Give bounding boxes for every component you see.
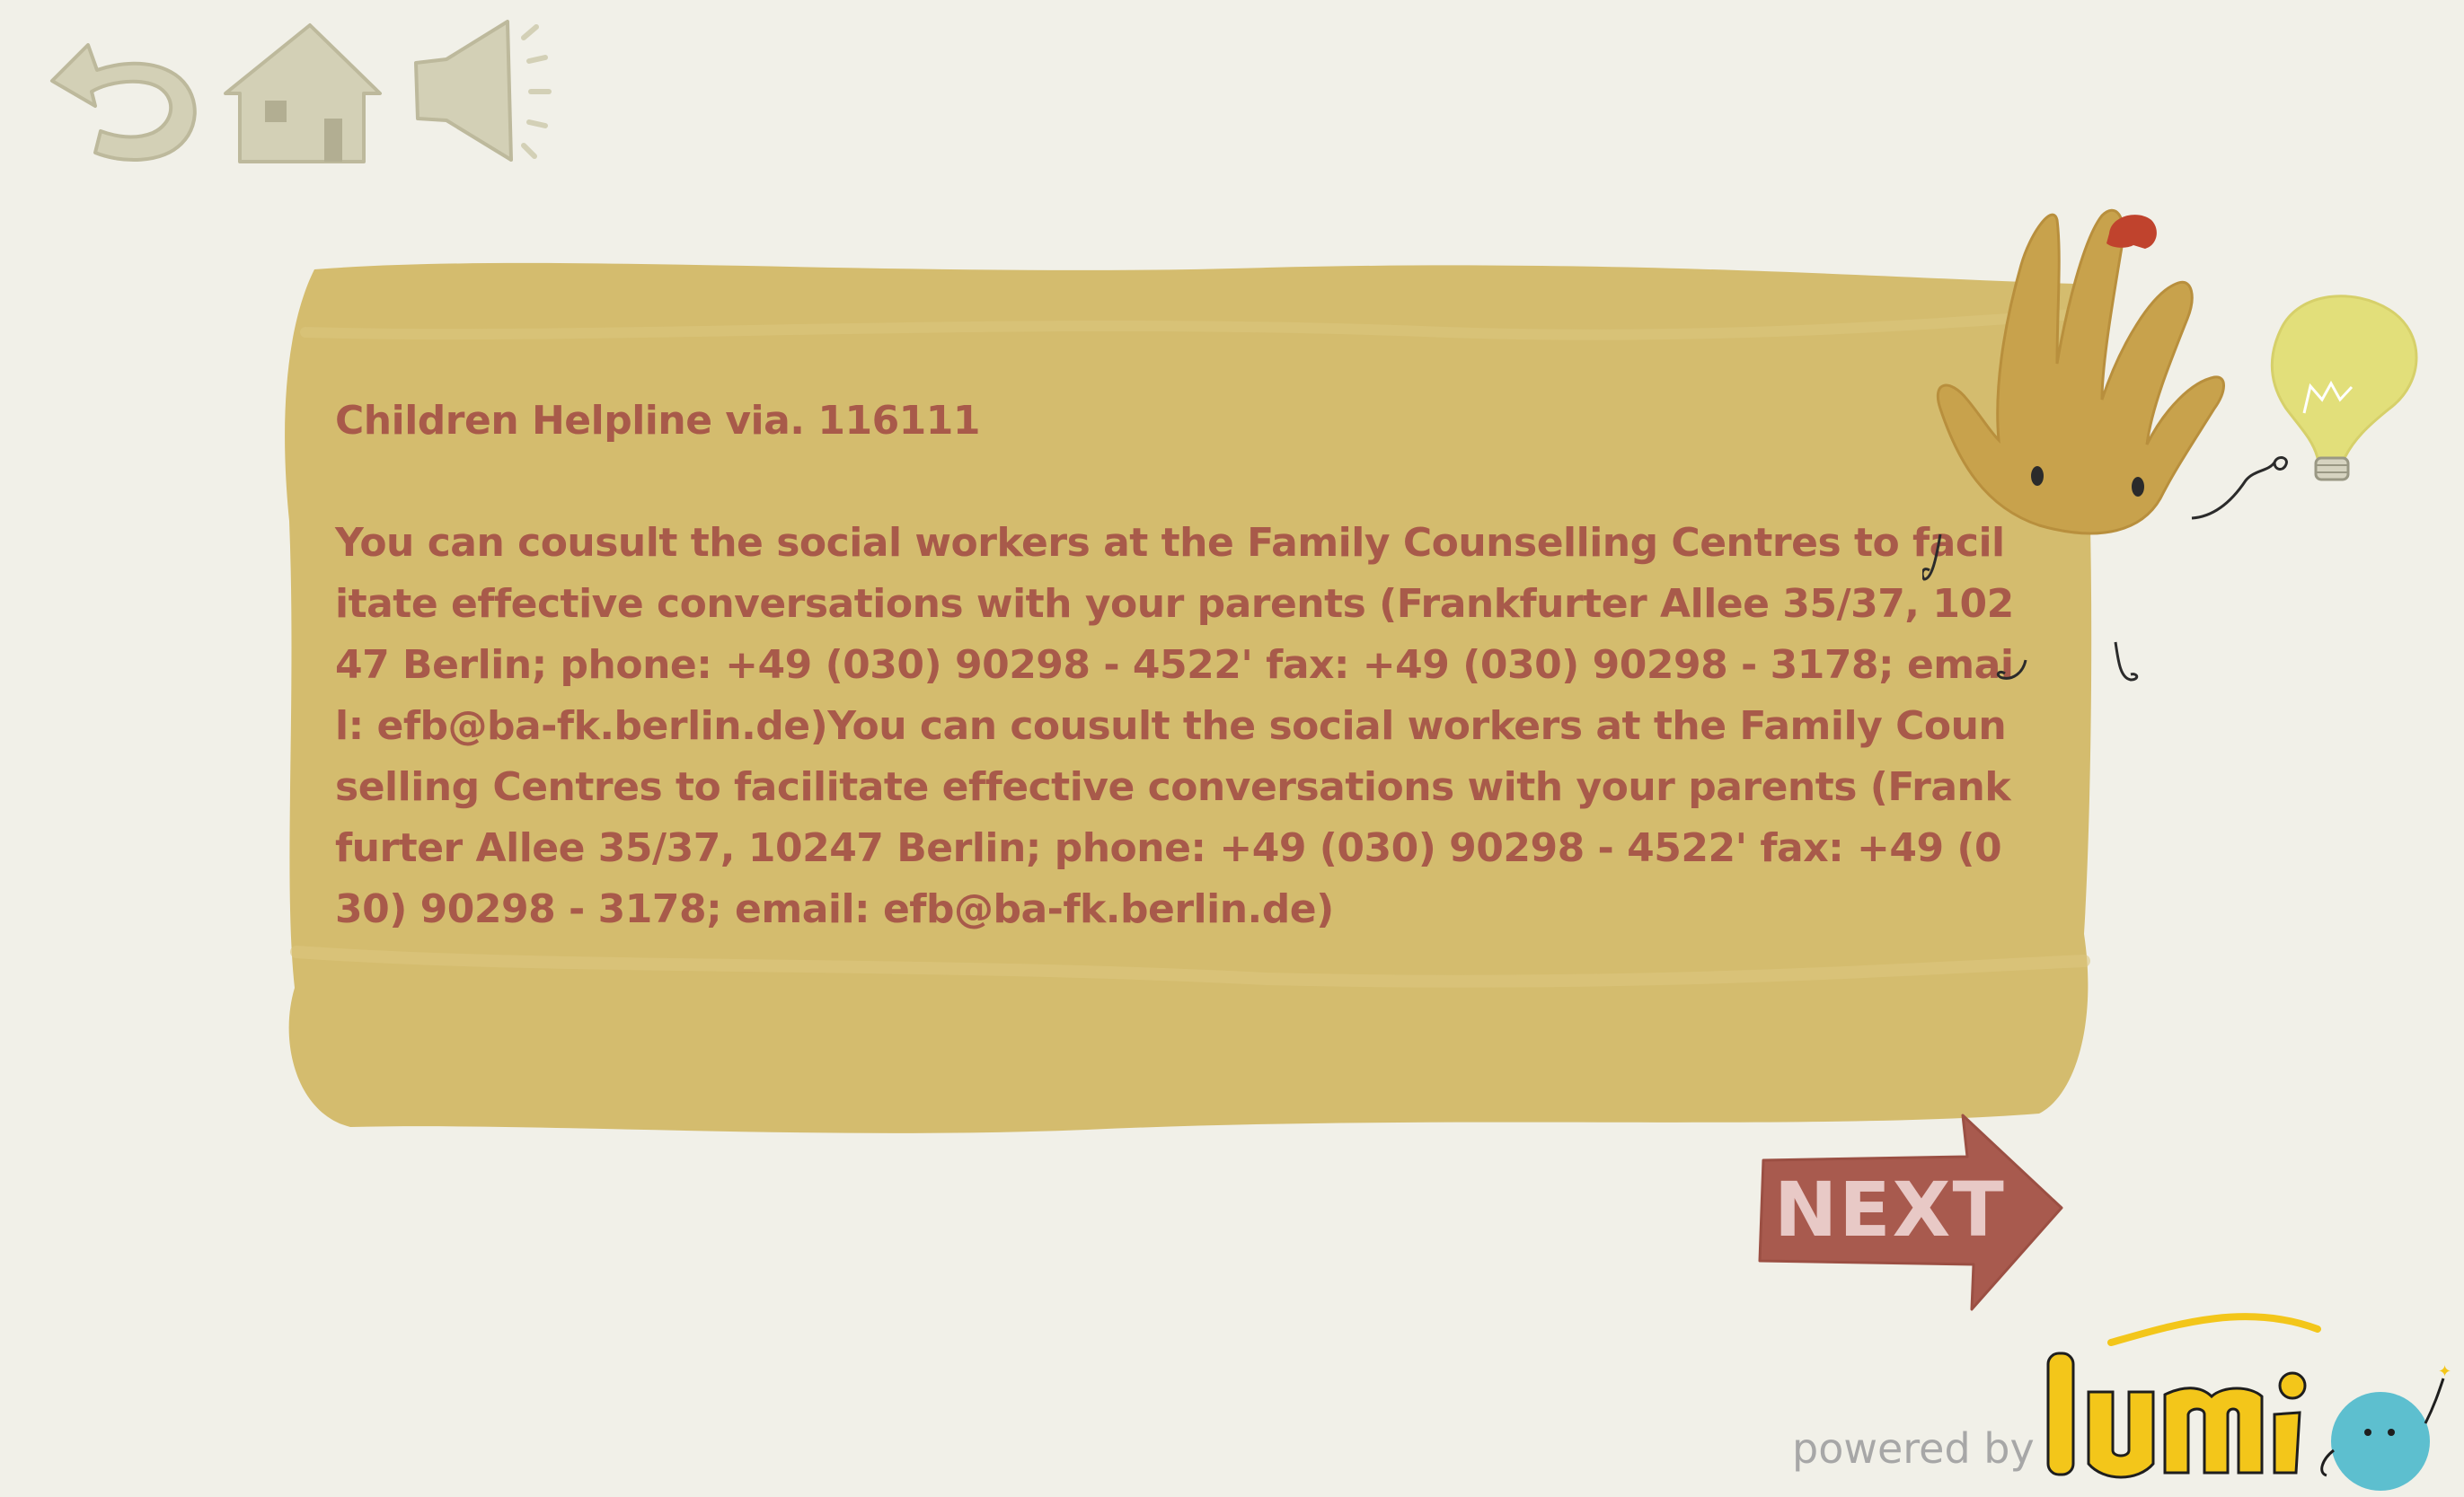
next-button[interactable] [1756, 1114, 2066, 1311]
activity-screen: Children Helpline via. 116111 You can co… [0, 0, 2464, 1497]
lumi-logo: ✦ [2046, 1313, 2451, 1491]
card-body-text: You can cousult the social workers at th… [335, 520, 2014, 932]
speaker-icon[interactable] [409, 9, 566, 171]
house-icon[interactable] [220, 18, 386, 171]
powered-by-text: powered by [1792, 1424, 2035, 1473]
hand-mascot-with-lightbulb-icon [1922, 208, 2418, 682]
svg-text:✦: ✦ [2438, 1362, 2451, 1381]
content-card: Children Helpline via. 116111 You can co… [335, 391, 2015, 940]
card-title: Children Helpline via. 116111 [335, 398, 981, 444]
undo-arrow-icon[interactable] [45, 18, 207, 171]
